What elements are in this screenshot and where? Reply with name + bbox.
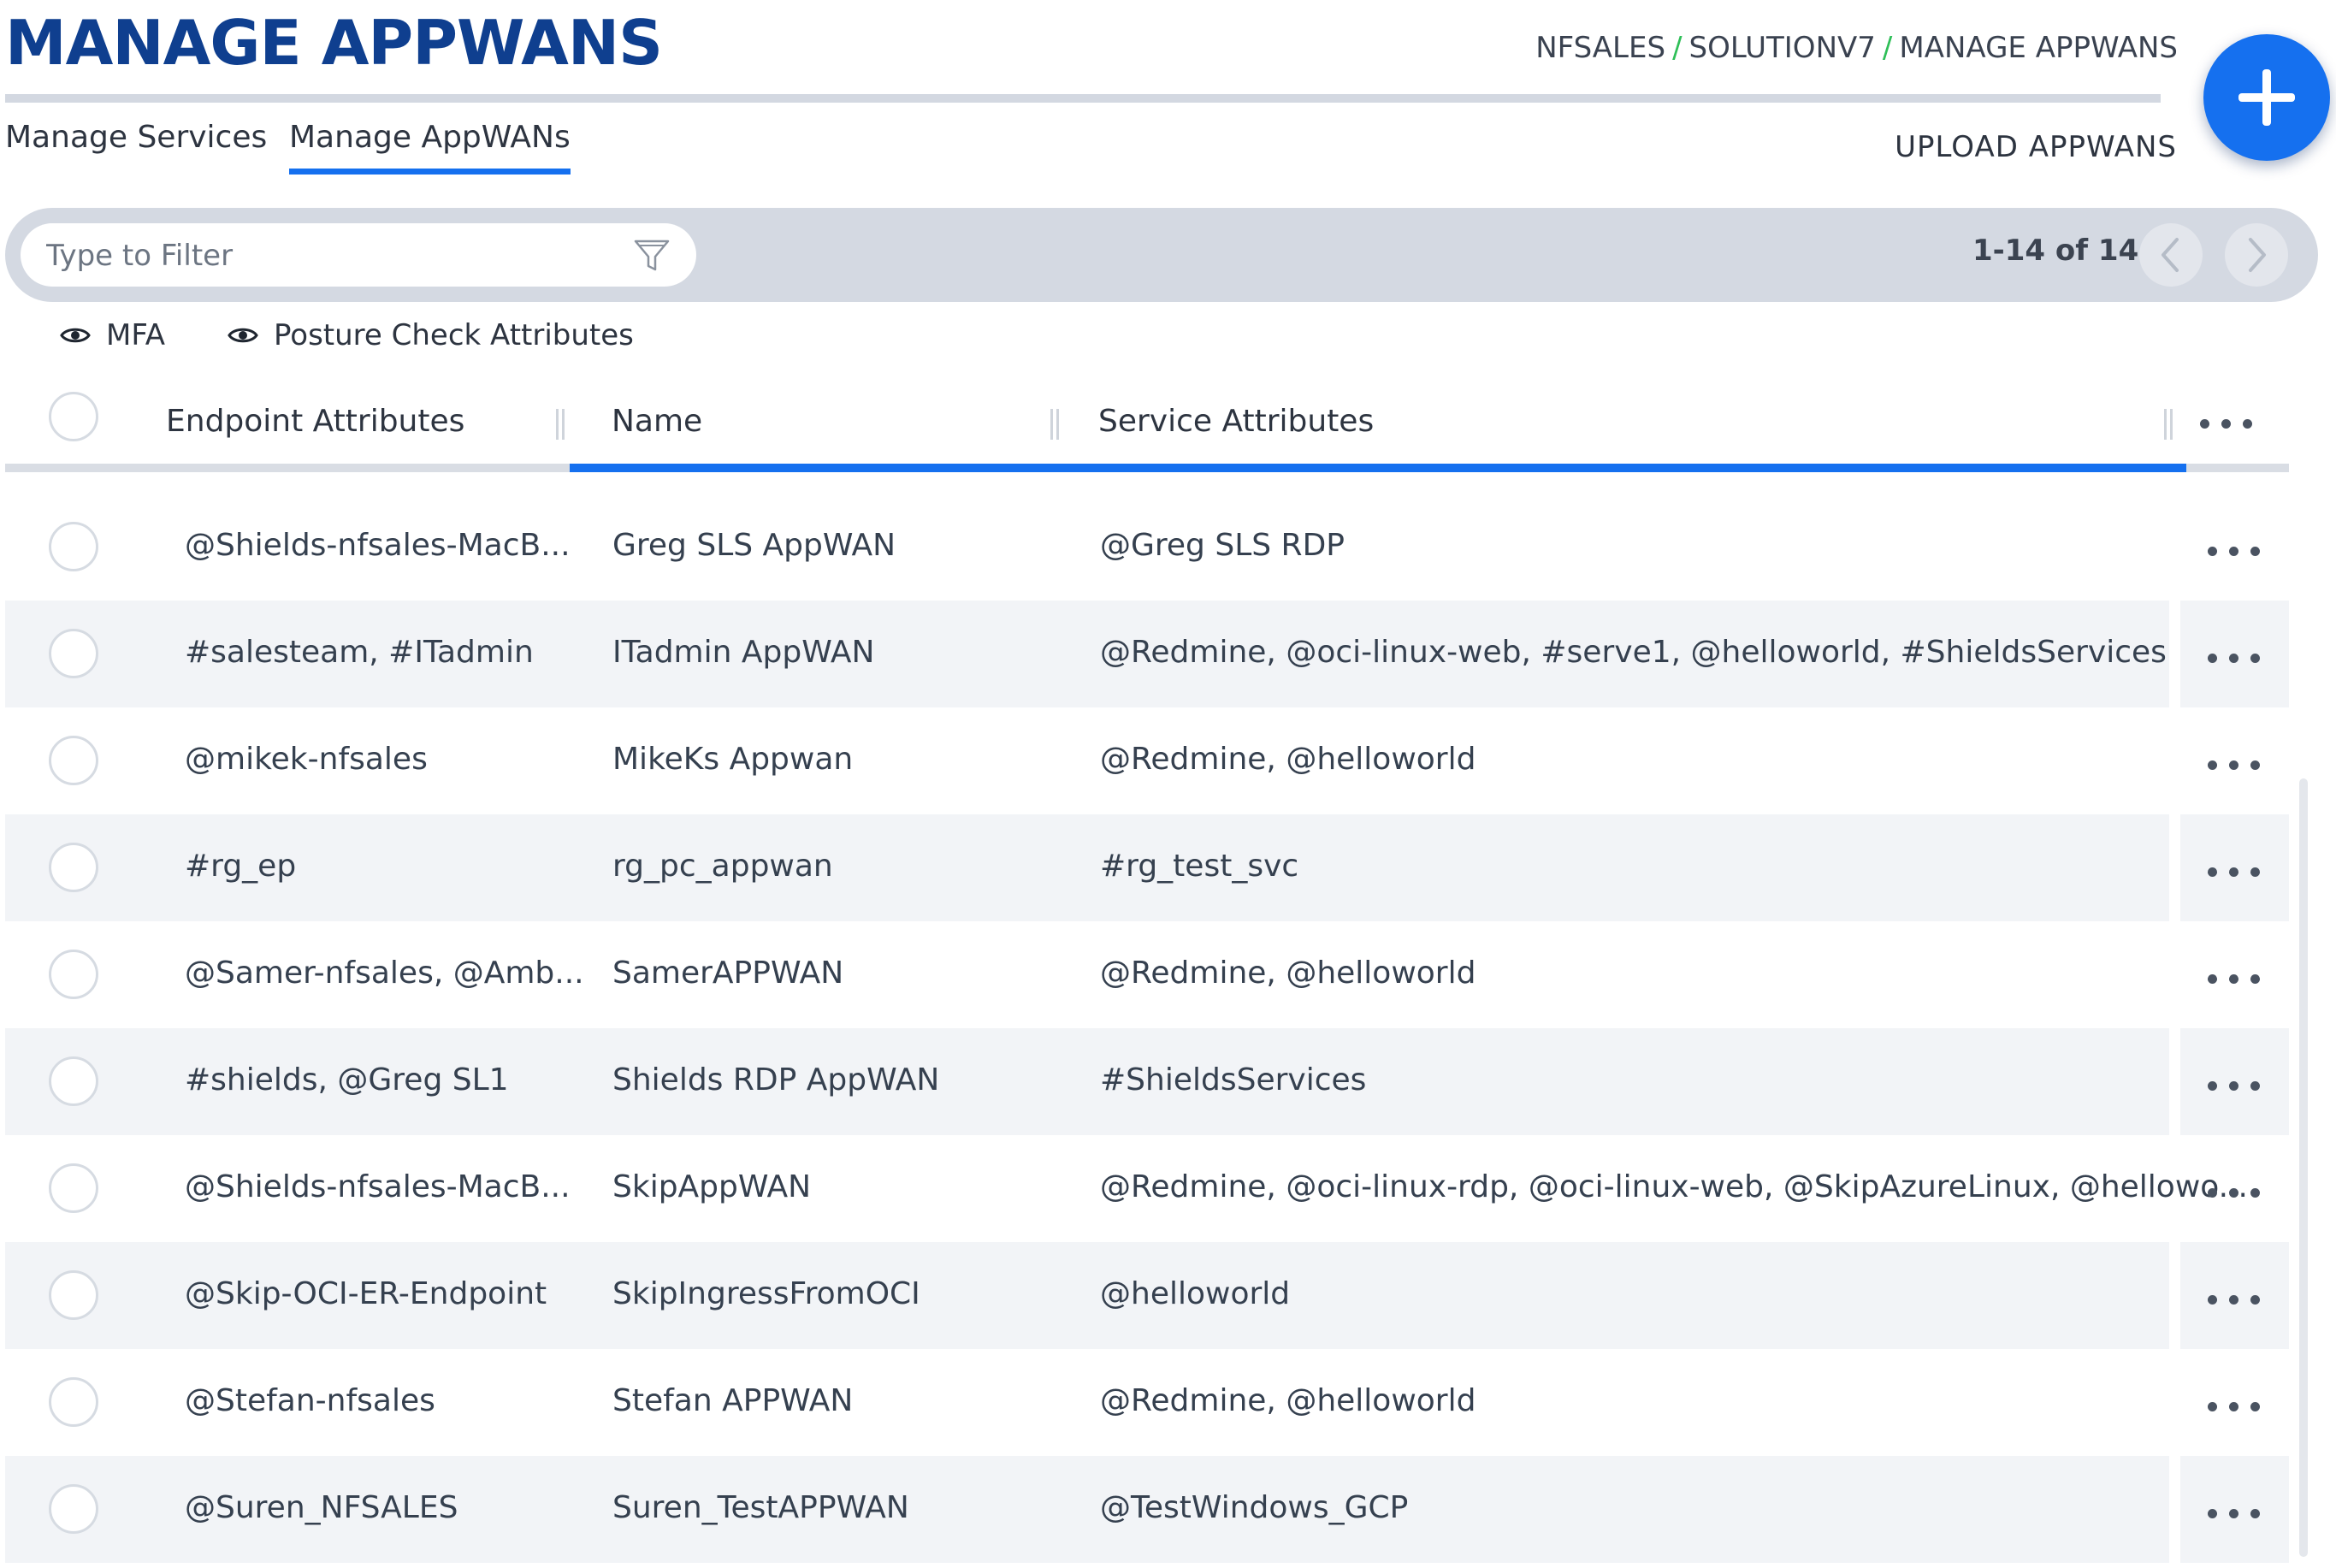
cell-service-attributes: @Redmine, @helloworld [1100,956,1476,991]
row-checkbox[interactable] [49,1056,98,1106]
row-actions-menu-icon[interactable] [2208,867,2260,877]
table-row[interactable]: @Shields-nfsales-MacB... SkipAppWAN @Red… [5,1135,2289,1242]
column-resize-handle[interactable] [556,409,565,440]
cell-name: SamerAPPWAN [612,956,844,991]
row-checkbox[interactable] [49,843,98,892]
table-row[interactable]: #shields, @Greg SL1 Shields RDP AppWAN #… [5,1028,2289,1135]
row-actions-menu-icon[interactable] [2208,1402,2260,1411]
cell-name: rg_pc_appwan [612,849,833,884]
filter-input[interactable] [44,223,612,288]
cell-service-attributes: @TestWindows_GCP [1100,1490,1409,1525]
table-row[interactable]: @Samer-nfsales, @Amb... SamerAPPWAN @Red… [5,921,2289,1028]
cell-endpoint-attributes: #salesteam, #ITadmin [185,635,534,670]
add-appwan-button[interactable] [2203,34,2330,161]
table-row[interactable]: @Skip-OCI-ER-Endpoint SkipIngressFromOCI… [5,1242,2289,1349]
row-checkbox[interactable] [49,522,98,571]
row-actions-menu-icon[interactable] [2208,654,2260,663]
cell-service-attributes: @helloworld [1100,1276,1291,1311]
column-options-menu-icon[interactable] [2200,419,2252,429]
breadcrumb-separator: / [1672,31,1683,65]
row-actions-menu-icon[interactable] [2208,547,2260,556]
table-body: @Shields-nfsales-MacB... Greg SLS AppWAN… [5,494,2289,1563]
cell-endpoint-attributes: #shields, @Greg SL1 [185,1062,509,1098]
row-checkbox[interactable] [49,1377,98,1427]
table-row[interactable]: #rg_ep rg_pc_appwan #rg_test_svc [5,814,2289,921]
chevron-right-icon [2249,238,2266,272]
table-row[interactable]: @Suren_NFSALES Suren_TestAPPWAN @TestWin… [5,1456,2289,1563]
row-checkbox[interactable] [49,629,98,678]
breadcrumb-item-current: MANAGE APPWANS [1899,31,2178,65]
table-row[interactable]: @Stefan-nfsales Stefan APPWAN @Redmine, … [5,1349,2289,1456]
eye-icon [228,328,258,343]
page-title: MANAGE APPWANS [5,7,663,79]
row-actions-menu-icon[interactable] [2208,1509,2260,1518]
filter-box [21,223,696,288]
row-checkbox[interactable] [49,1163,98,1213]
row-actions-menu-icon[interactable] [2208,974,2260,984]
column-header-service-attributes[interactable]: Service Attributes [1098,404,1374,439]
cell-name: Stefan APPWAN [612,1383,854,1418]
row-actions-menu-icon[interactable] [2208,1295,2260,1305]
cell-name: Greg SLS AppWAN [612,528,896,563]
tab-manage-appwans[interactable]: Manage AppWANs [289,120,571,175]
cell-endpoint-attributes: @Skip-OCI-ER-Endpoint [185,1276,547,1311]
cell-name: Suren_TestAPPWAN [612,1490,909,1525]
select-all-checkbox[interactable] [49,392,98,441]
cell-service-attributes: @Redmine, @helloworld [1100,1383,1476,1418]
toggle-mfa-column[interactable]: MFA [60,318,165,352]
title-divider [5,94,2161,103]
row-actions-menu-icon[interactable] [2208,760,2260,770]
cell-endpoint-attributes: @Suren_NFSALES [185,1490,458,1525]
cell-service-attributes: @Redmine, @helloworld [1100,742,1476,777]
row-checkbox[interactable] [49,736,98,785]
column-header-endpoint-attributes[interactable]: Endpoint Attributes [166,404,464,439]
table-row[interactable]: @Shields-nfsales-MacB... Greg SLS AppWAN… [5,494,2289,601]
table-row[interactable]: #salesteam, #ITadmin ITadmin AppWAN @Red… [5,601,2289,707]
breadcrumb-separator: / [1882,31,1893,65]
column-resize-handle[interactable] [1050,409,1059,440]
table-row[interactable]: @mikek-nfsales MikeKs Appwan @Redmine, @… [5,707,2289,814]
cell-service-attributes: @Redmine, @oci-linux-rdp, @oci-linux-web… [1100,1169,2248,1204]
filter-funnel-icon[interactable] [633,237,671,275]
column-header-name[interactable]: Name [612,404,702,439]
cell-endpoint-attributes: @Samer-nfsales, @Amb... [185,956,584,991]
cell-endpoint-attributes: @Shields-nfsales-MacB... [185,1169,571,1204]
eye-icon [60,328,91,343]
cell-endpoint-attributes: @Stefan-nfsales [185,1383,435,1418]
cell-service-attributes: @Redmine, @oci-linux-web, #serve1, @hell… [1100,635,2167,670]
sorted-column-indicator [570,464,2186,472]
cell-name: SkipIngressFromOCI [612,1276,920,1311]
row-checkbox[interactable] [49,1270,98,1320]
tab-manage-services[interactable]: Manage Services [5,120,267,169]
row-actions-menu-icon[interactable] [2208,1188,2260,1198]
pagination-count: 1-14 of 14 [1972,234,2139,268]
previous-page-button[interactable] [2139,223,2203,287]
row-checkbox[interactable] [49,950,98,999]
breadcrumb-item-org[interactable]: NFSALES [1535,31,1665,65]
cell-endpoint-attributes: #rg_ep [185,849,297,884]
vertical-scrollbar[interactable] [2299,778,2308,1557]
cell-endpoint-attributes: @mikek-nfsales [185,742,428,777]
cell-name: SkipAppWAN [612,1169,812,1204]
row-checkbox[interactable] [49,1484,98,1534]
column-resize-handle[interactable] [2164,409,2173,440]
upload-appwans-link[interactable]: UPLOAD APPWANS [1895,130,2177,164]
table-header: Endpoint Attributes Name Service Attribu… [5,376,2289,472]
cell-service-attributes: @Greg SLS RDP [1100,528,1345,563]
next-page-button[interactable] [2225,223,2288,287]
cell-name: Shields RDP AppWAN [612,1062,940,1098]
row-actions-menu-icon[interactable] [2208,1081,2260,1091]
cell-endpoint-attributes: @Shields-nfsales-MacB... [185,528,571,563]
filter-toolbar: 1-14 of 14 [5,208,2318,302]
toggle-label: MFA [106,318,166,352]
toggle-label: Posture Check Attributes [274,318,634,352]
breadcrumb: NFSALES / SOLUTIONV7/MANAGE APPWANS [1535,31,2178,65]
cell-service-attributes: #ShieldsServices [1100,1062,1367,1098]
cell-service-attributes: #rg_test_svc [1100,849,1299,884]
cell-name: MikeKs Appwan [612,742,854,777]
toggle-posture-check-column[interactable]: Posture Check Attributes [228,318,634,352]
cell-name: ITadmin AppWAN [612,635,875,670]
breadcrumb-item-network[interactable]: SOLUTIONV7 [1689,31,1876,65]
chevron-left-icon [2162,238,2179,272]
